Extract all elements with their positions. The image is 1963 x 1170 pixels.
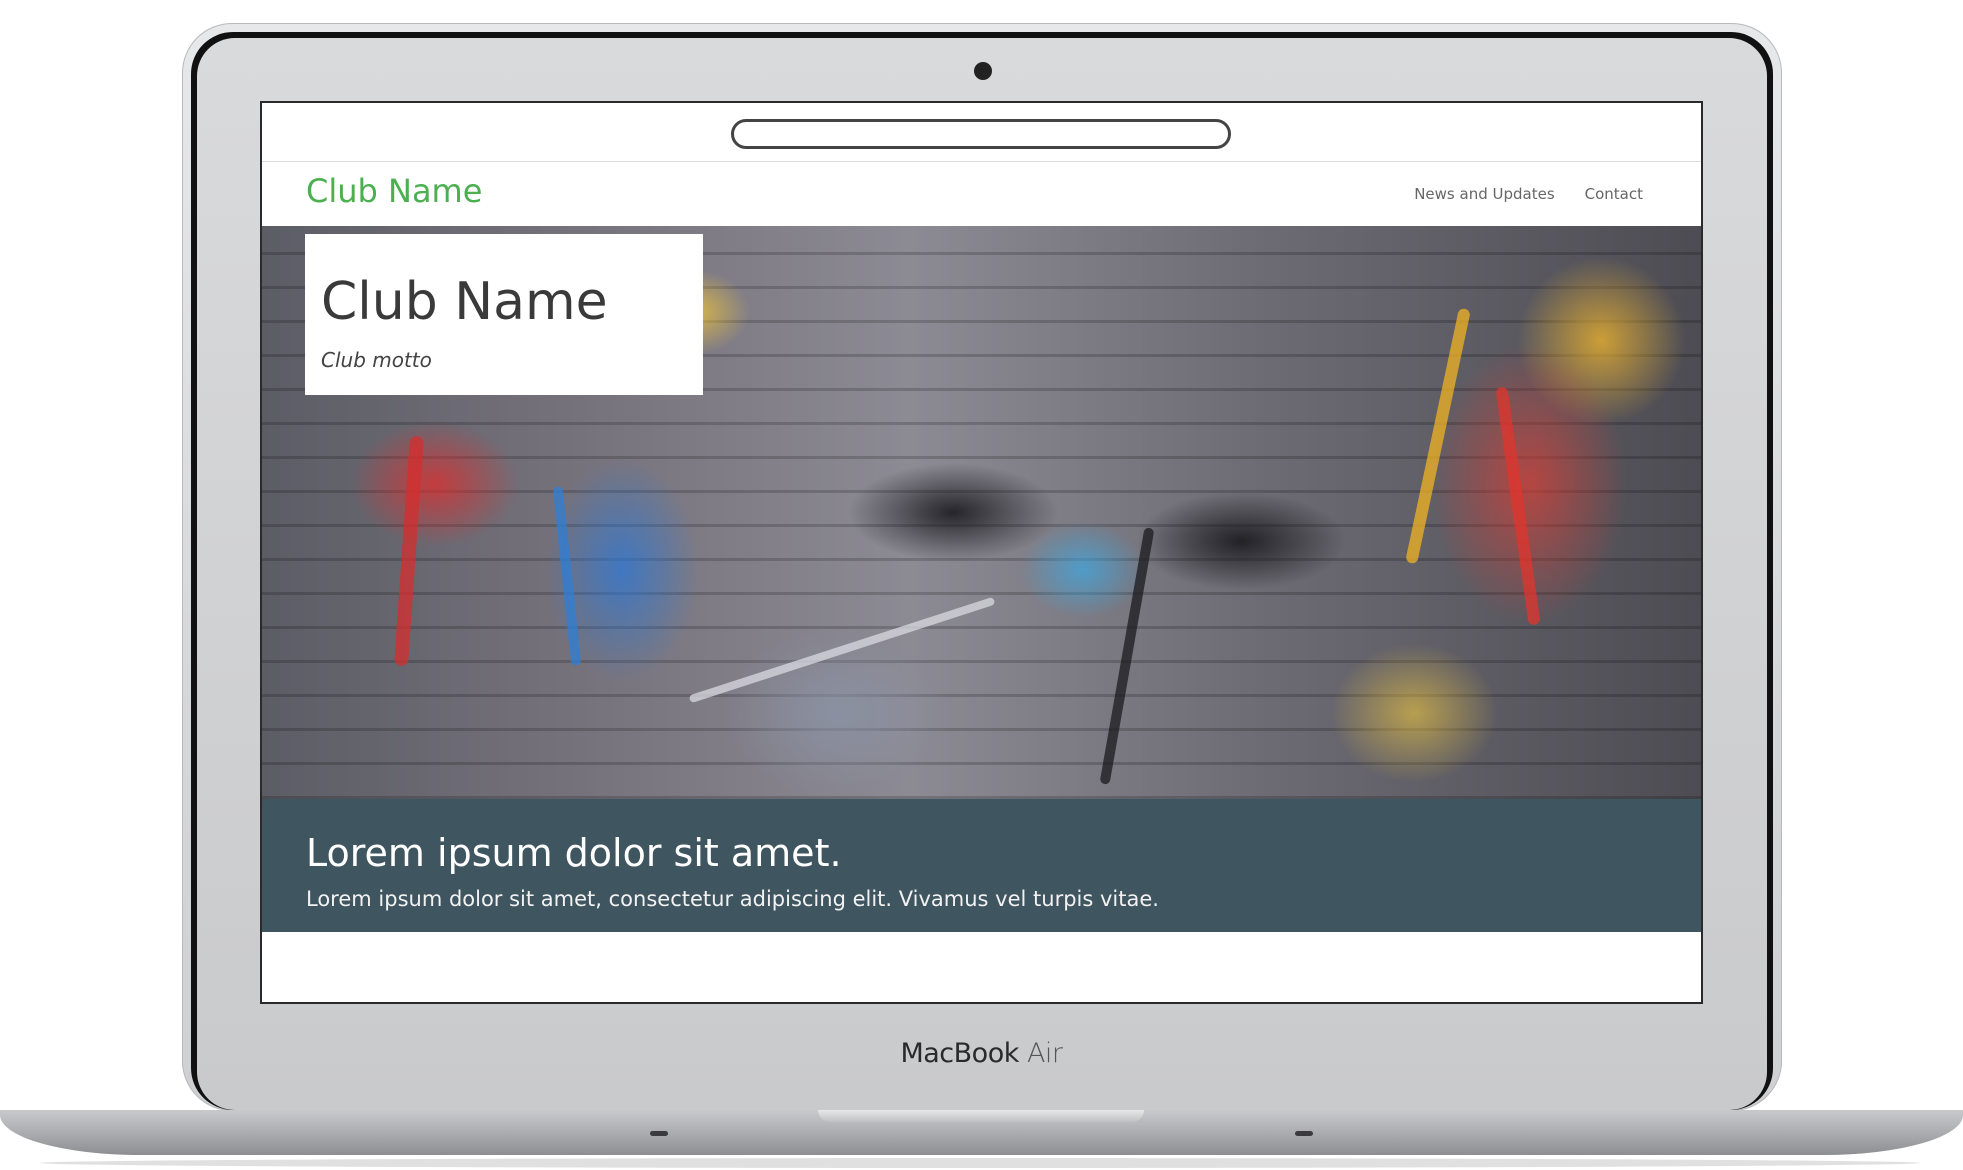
laptop-notch	[818, 1110, 1144, 1122]
nav-links: News and Updates Contact	[1414, 185, 1643, 203]
device-brand-label: MacBook Air	[0, 1038, 1963, 1069]
laptop-screen: Club Name News and Updates Contact Club …	[260, 101, 1703, 1004]
nav-link-contact[interactable]: Contact	[1585, 185, 1643, 203]
camera-icon	[974, 62, 992, 80]
laptop-shadow	[40, 1158, 1920, 1168]
nav-link-news[interactable]: News and Updates	[1414, 185, 1554, 203]
laptop-foot-left	[650, 1131, 668, 1136]
paint-streak	[1495, 386, 1541, 626]
browser-toolbar	[262, 103, 1701, 162]
banner-text: Lorem ipsum dolor sit amet, consectetur …	[306, 887, 1159, 911]
hero-motto: Club motto	[321, 348, 432, 372]
paint-streak	[1405, 307, 1471, 565]
hero-title: Club Name	[321, 272, 608, 332]
site-logo[interactable]: Club Name	[306, 172, 482, 210]
paint-streak	[688, 596, 996, 704]
paint-streak	[552, 485, 582, 667]
brand-primary: MacBook	[900, 1038, 1019, 1069]
hero-graffiti-image: Club Name Club motto	[262, 226, 1701, 799]
laptop-foot-right	[1295, 1131, 1313, 1136]
paint-streak	[393, 435, 425, 667]
paint-streak	[1099, 527, 1155, 785]
site-navbar: Club Name News and Updates Contact	[262, 162, 1701, 226]
brand-secondary: Air	[1026, 1038, 1063, 1069]
address-bar[interactable]	[731, 119, 1231, 149]
intro-banner: Lorem ipsum dolor sit amet. Lorem ipsum …	[262, 799, 1701, 932]
hero-title-card: Club Name Club motto	[305, 234, 703, 395]
banner-heading: Lorem ipsum dolor sit amet.	[306, 831, 842, 875]
